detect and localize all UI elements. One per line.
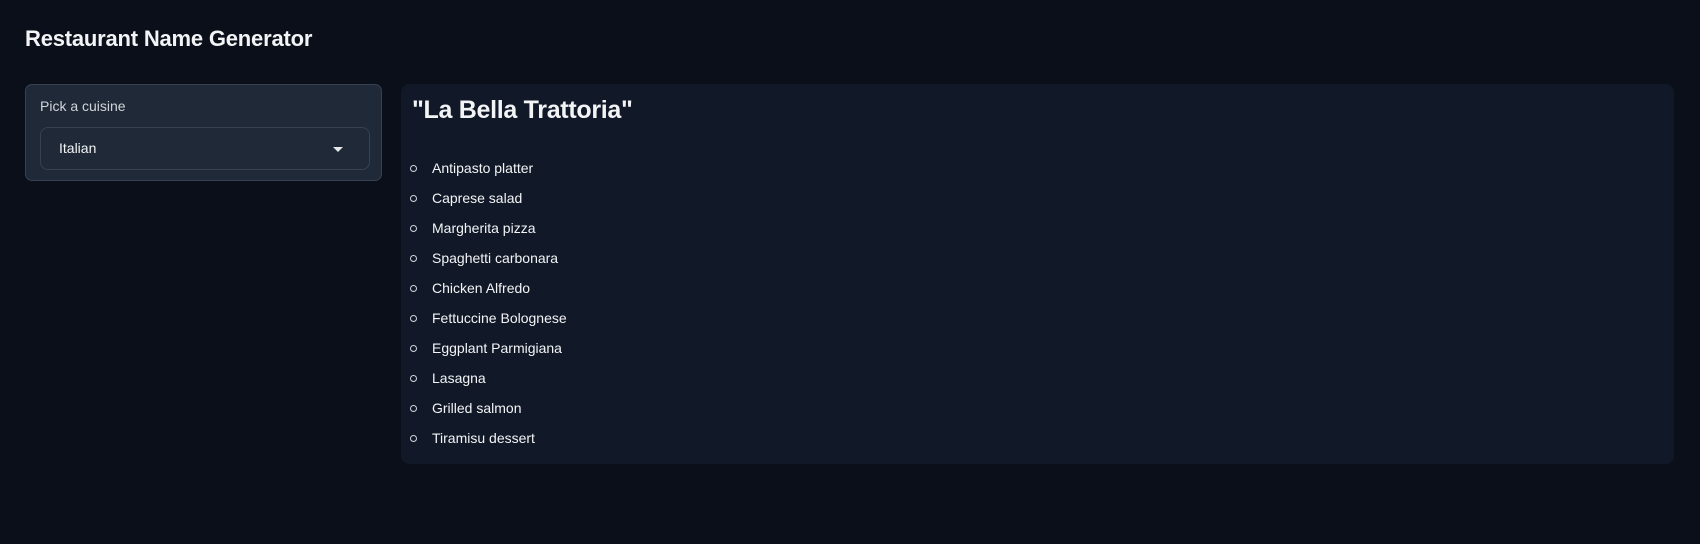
menu-item-text: Antipasto platter: [432, 160, 534, 176]
menu-item-text: Spaghetti carbonara: [432, 250, 559, 266]
bullet-icon: [410, 255, 417, 262]
cuisine-input-panel: Pick a cuisine Italian: [25, 84, 382, 181]
menu-items-list: Antipasto platter Caprese salad Margheri…: [401, 157, 567, 457]
menu-item: Caprese salad: [401, 187, 567, 217]
bullet-icon: [410, 375, 417, 382]
menu-item-text: Caprese salad: [432, 190, 523, 206]
menu-item: Fettuccine Bolognese: [401, 307, 567, 337]
menu-item-text: Tiramisu dessert: [432, 430, 535, 446]
menu-item-text: Margherita pizza: [432, 220, 536, 236]
bullet-icon: [410, 315, 417, 322]
menu-item-text: Fettuccine Bolognese: [432, 310, 567, 326]
menu-item-text: Grilled salmon: [432, 400, 522, 416]
result-panel: "La Bella Trattoria" Antipasto platter C…: [401, 84, 1674, 464]
cuisine-dropdown[interactable]: Italian: [40, 127, 370, 170]
menu-item: Antipasto platter: [401, 157, 567, 187]
bullet-icon: [410, 405, 417, 412]
restaurant-name-heading: "La Bella Trattoria": [412, 96, 633, 124]
menu-item-text: Lasagna: [432, 370, 486, 386]
caret-down-icon: [333, 147, 343, 152]
cuisine-label: Pick a cuisine: [40, 98, 126, 114]
menu-item: Eggplant Parmigiana: [401, 337, 567, 367]
bullet-icon: [410, 225, 417, 232]
menu-item: Grilled salmon: [401, 397, 567, 427]
bullet-icon: [410, 435, 417, 442]
bullet-icon: [410, 345, 417, 352]
menu-item: Tiramisu dessert: [401, 427, 567, 457]
menu-item: Chicken Alfredo: [401, 277, 567, 307]
page-title: Restaurant Name Generator: [25, 26, 313, 51]
menu-item-text: Eggplant Parmigiana: [432, 340, 562, 356]
menu-item: Spaghetti carbonara: [401, 247, 567, 277]
cuisine-dropdown-value: Italian: [59, 140, 97, 156]
menu-item-text: Chicken Alfredo: [432, 280, 531, 296]
bullet-icon: [410, 285, 417, 292]
menu-item: Lasagna: [401, 367, 567, 397]
bullet-icon: [410, 165, 417, 172]
menu-item: Margherita pizza: [401, 217, 567, 247]
bullet-icon: [410, 195, 417, 202]
